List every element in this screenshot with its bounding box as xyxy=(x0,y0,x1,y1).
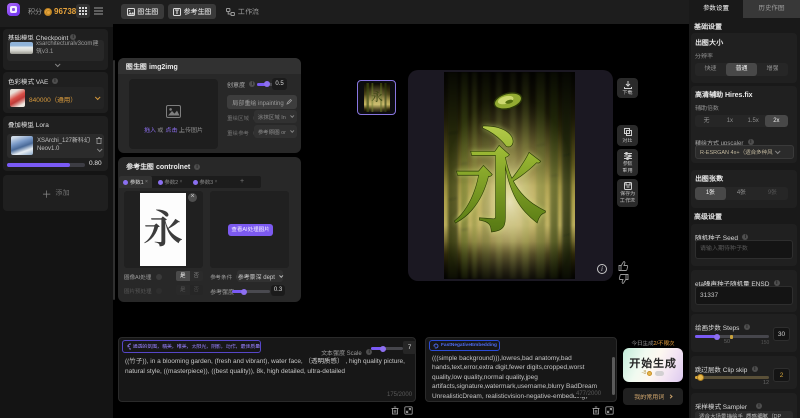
svg-text:永: 永 xyxy=(371,88,383,105)
svg-text:永: 永 xyxy=(452,92,548,256)
